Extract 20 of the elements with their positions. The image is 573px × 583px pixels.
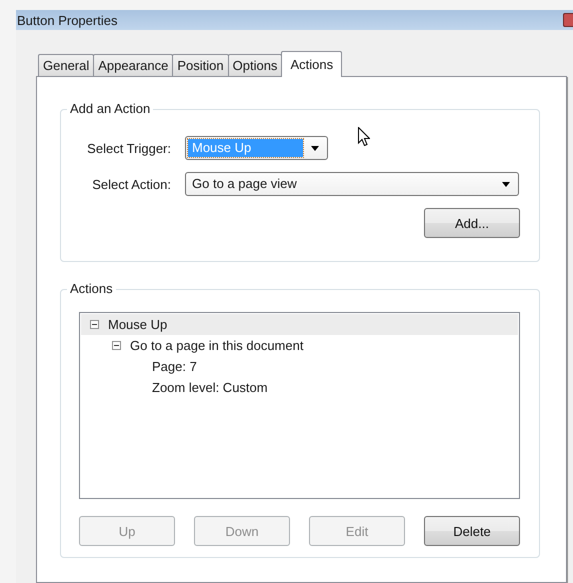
- window-title: Button Properties: [17, 12, 118, 28]
- tree-item[interactable]: Go to a page in this document: [81, 335, 518, 356]
- tree-item[interactable]: Mouse Up: [81, 314, 518, 335]
- dropdown[interactable]: Go to a page view: [185, 172, 519, 196]
- field-label: Select Action:: [91, 176, 171, 192]
- tab[interactable]: Position: [172, 54, 229, 76]
- tree-item[interactable]: Zoom level: Custom: [81, 377, 518, 398]
- collapse-icon[interactable]: [90, 320, 99, 329]
- tab[interactable]: General: [38, 54, 94, 76]
- tab[interactable]: Appearance: [93, 54, 174, 76]
- dropdown-arrow-icon[interactable]: [502, 182, 510, 186]
- tab[interactable]: Options: [228, 54, 282, 76]
- mouse-pointer-icon: [358, 127, 370, 146]
- action-button[interactable]: Delete: [424, 516, 520, 546]
- tree-item[interactable]: Page: 7: [81, 356, 518, 377]
- tab[interactable]: Actions: [281, 51, 342, 77]
- dropdown-arrow-icon[interactable]: [311, 146, 319, 150]
- collapse-icon[interactable]: [112, 341, 121, 350]
- action-button[interactable]: Add...: [424, 208, 520, 238]
- field-label: Select Trigger:: [86, 140, 171, 156]
